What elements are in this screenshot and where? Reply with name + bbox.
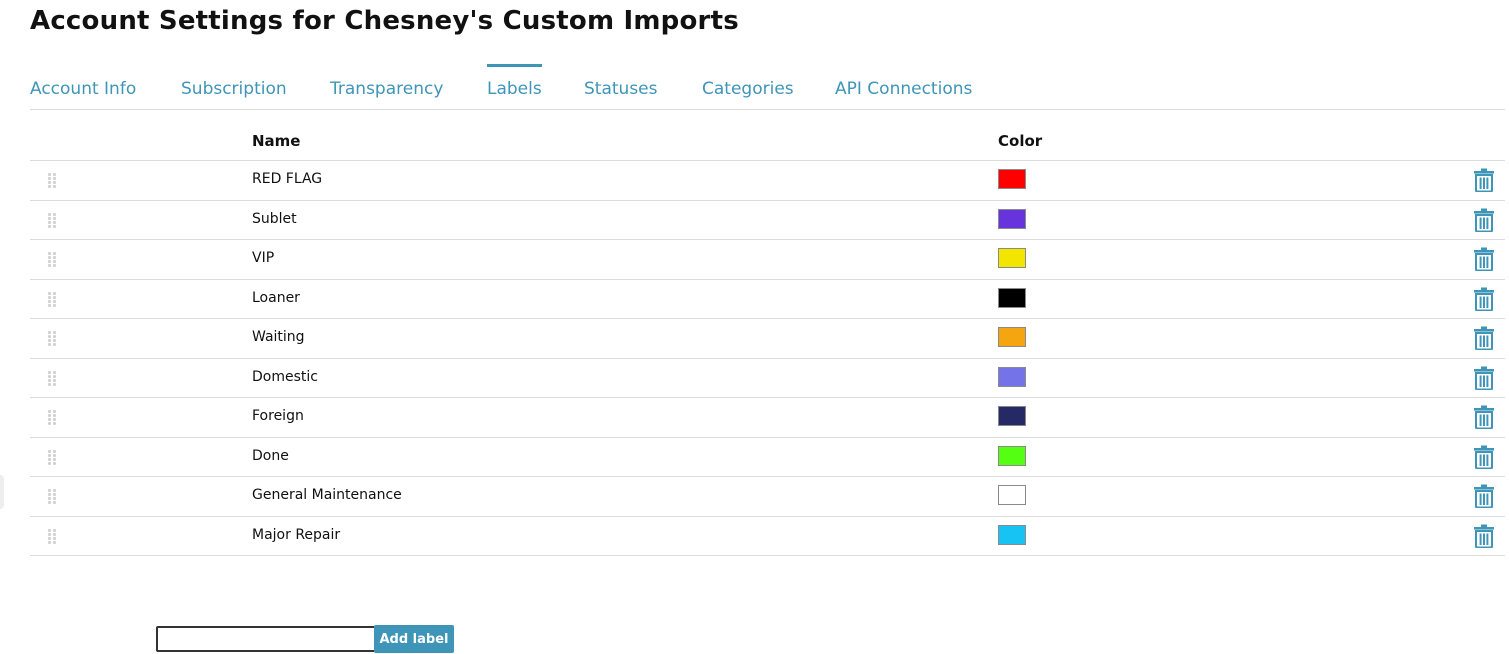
label-name: Major Repair	[252, 526, 341, 543]
label-name: RED FLAG	[252, 171, 323, 187]
tab-api-connections[interactable]: API Connections	[835, 64, 972, 108]
label-name: Waiting	[252, 329, 305, 345]
label-color-swatch[interactable]	[998, 485, 1026, 505]
drag-handle-icon[interactable]	[48, 212, 56, 229]
table-row: Sublet	[30, 201, 1505, 240]
trash-icon[interactable]	[1473, 524, 1495, 548]
label-color-swatch[interactable]	[998, 327, 1026, 347]
tab-labels[interactable]: Labels	[487, 64, 542, 108]
trash-icon[interactable]	[1473, 326, 1495, 350]
new-label-input[interactable]	[156, 626, 378, 652]
drag-handle-icon[interactable]	[48, 410, 56, 426]
drag-handle-icon[interactable]	[48, 291, 56, 308]
trash-icon[interactable]	[1473, 484, 1495, 508]
label-color-swatch[interactable]	[998, 208, 1026, 229]
account-settings-page: Account Settings for Chesney's Custom Im…	[0, 0, 1509, 654]
column-header-color: Color	[998, 132, 1043, 150]
side-edge-tab	[0, 475, 4, 509]
drag-handle-icon[interactable]	[48, 331, 56, 347]
drag-handle-icon[interactable]	[48, 528, 56, 545]
trash-icon[interactable]	[1473, 247, 1495, 271]
trash-icon[interactable]	[1473, 445, 1495, 469]
tab-subscription[interactable]: Subscription	[181, 64, 287, 108]
table-row: RED FLAG	[30, 161, 1505, 201]
label-name: Foreign	[252, 408, 304, 424]
table-row: VIP	[30, 240, 1505, 280]
labels-table-body: RED FLAG Sublet VIP Loaner Waiting Domes…	[30, 161, 1505, 556]
label-name: Domestic	[252, 368, 318, 385]
trash-icon[interactable]	[1473, 208, 1495, 232]
label-color-swatch[interactable]	[998, 287, 1026, 308]
drag-handle-icon[interactable]	[48, 489, 56, 505]
label-color-swatch[interactable]	[998, 445, 1026, 466]
table-row: Loaner	[30, 280, 1505, 319]
label-name: Done	[252, 447, 289, 464]
table-row: General Maintenance	[30, 477, 1505, 517]
label-name: Loaner	[252, 289, 300, 306]
page-title: Account Settings for Chesney's Custom Im…	[30, 6, 739, 36]
table-row: Waiting	[30, 319, 1505, 359]
trash-icon[interactable]	[1473, 168, 1495, 192]
label-name: VIP	[252, 250, 275, 266]
label-color-swatch[interactable]	[998, 169, 1026, 189]
table-row: Domestic	[30, 359, 1505, 398]
table-row: Major Repair	[30, 517, 1505, 556]
label-color-swatch[interactable]	[998, 524, 1026, 545]
settings-tabs: Account Info Subscription Transparency L…	[30, 64, 1505, 110]
add-label-button[interactable]: Add label	[374, 625, 454, 653]
tab-categories[interactable]: Categories	[702, 64, 794, 108]
drag-handle-icon[interactable]	[48, 252, 56, 268]
drag-handle-icon[interactable]	[48, 370, 56, 387]
labels-table-header: Name Color	[30, 124, 1505, 161]
label-color-swatch[interactable]	[998, 406, 1026, 426]
drag-handle-icon[interactable]	[48, 449, 56, 466]
label-color-swatch[interactable]	[998, 248, 1026, 268]
label-color-swatch[interactable]	[998, 366, 1026, 387]
trash-icon[interactable]	[1473, 405, 1495, 429]
column-header-name: Name	[252, 132, 301, 150]
tab-transparency[interactable]: Transparency	[330, 64, 443, 108]
label-name: General Maintenance	[252, 487, 402, 503]
table-row: Done	[30, 438, 1505, 477]
trash-icon[interactable]	[1473, 287, 1495, 311]
trash-icon[interactable]	[1473, 366, 1495, 390]
tab-account-info[interactable]: Account Info	[30, 64, 136, 108]
label-name: Sublet	[252, 210, 297, 227]
table-row: Foreign	[30, 398, 1505, 438]
drag-handle-icon[interactable]	[48, 173, 56, 189]
tab-statuses[interactable]: Statuses	[584, 64, 658, 108]
